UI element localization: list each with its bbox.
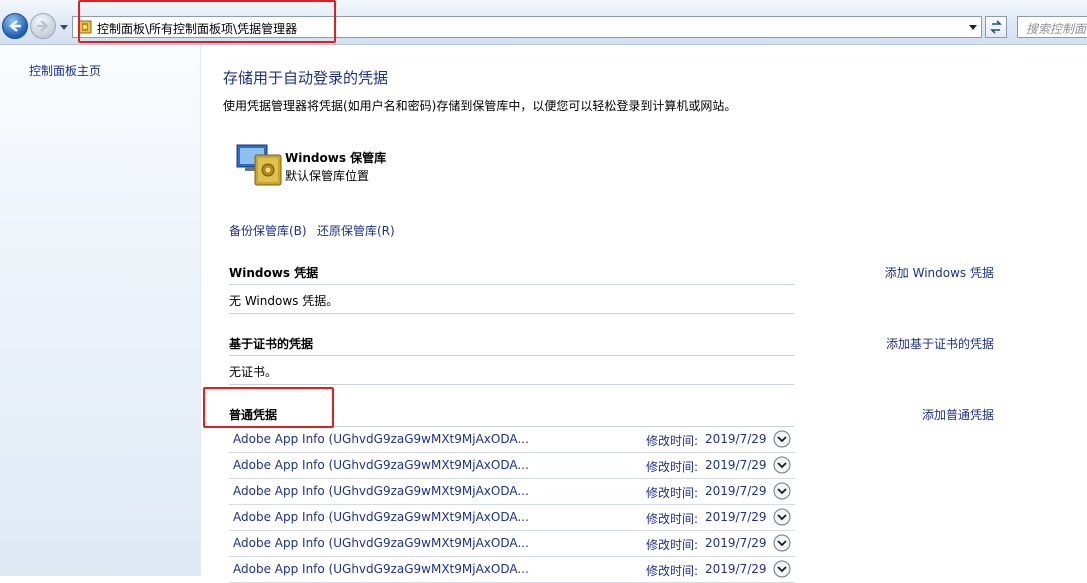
section-divider	[229, 384, 794, 385]
credential-name[interactable]: Adobe App Info (UGhvdG9zaG9wMXt9MjAxODA.…	[233, 432, 529, 446]
back-button[interactable]	[2, 13, 28, 39]
modified-date: 2019/7/29	[705, 432, 767, 446]
page-description: 使用凭据管理器将凭据(如用户名和密码)存储到保管库中，以便您可以轻松登录到计算机…	[223, 99, 737, 113]
history-dropdown-icon[interactable]	[59, 22, 69, 32]
refresh-icon	[990, 20, 1002, 34]
credential-name[interactable]: Adobe App Info (UGhvdG9zaG9wMXt9MjAxODA.…	[233, 536, 529, 550]
vault-location: 默认保管库位置	[285, 169, 370, 183]
modified-label: 修改时间:	[646, 434, 699, 448]
modified-date: 2019/7/29	[705, 536, 767, 550]
vault-name: Windows 保管库	[285, 151, 387, 165]
credential-row[interactable]: Adobe App Info (UGhvdG9zaG9wMXt9MjAxODA.…	[229, 479, 795, 505]
expand-chevron-icon[interactable]	[773, 482, 791, 500]
arrow-right-icon	[37, 20, 49, 32]
expand-chevron-icon[interactable]	[773, 508, 791, 526]
certificate-credentials-heading: 基于证书的凭据	[229, 337, 314, 351]
expand-chevron-icon[interactable]	[773, 456, 791, 474]
highlight-box-address	[78, 0, 336, 43]
credential-name[interactable]: Adobe App Info (UGhvdG9zaG9wMXt9MjAxODA.…	[233, 510, 529, 524]
windows-credentials-empty: 无 Windows 凭据。	[229, 294, 339, 308]
arrow-left-icon	[9, 20, 21, 32]
add-generic-credential-link[interactable]: 添加普通凭据	[922, 406, 994, 423]
modified-label: 修改时间:	[646, 538, 699, 552]
backup-vault-link[interactable]: 备份保管库(B)	[229, 222, 307, 239]
vault-icon	[236, 144, 282, 186]
modified-label: 修改时间:	[646, 486, 699, 500]
modified-label: 修改时间:	[646, 512, 699, 526]
section-divider	[229, 313, 794, 314]
modified-date: 2019/7/29	[705, 562, 767, 576]
modified-date: 2019/7/29	[705, 484, 767, 498]
expand-chevron-icon[interactable]	[773, 560, 791, 578]
expand-chevron-icon[interactable]	[773, 430, 791, 448]
credential-row[interactable]: Adobe App Info (UGhvdG9zaG9wMXt9MjAxODA.…	[229, 531, 795, 557]
credential-row[interactable]: Adobe App Info (UGhvdG9zaG9wMXt9MjAxODA.…	[229, 557, 795, 583]
modified-date: 2019/7/29	[705, 458, 767, 472]
modified-label: 修改时间:	[646, 460, 699, 474]
credential-row[interactable]: Adobe App Info (UGhvdG9zaG9wMXt9MjAxODA.…	[229, 453, 795, 479]
generic-credentials-list: Adobe App Info (UGhvdG9zaG9wMXt9MjAxODA.…	[229, 427, 795, 583]
certificate-credentials-empty: 无证书。	[229, 365, 278, 379]
add-windows-credential-link[interactable]: 添加 Windows 凭据	[885, 264, 994, 281]
address-dropdown-icon[interactable]	[969, 25, 977, 30]
page-title: 存储用于自动登录的凭据	[223, 69, 389, 87]
credential-name[interactable]: Adobe App Info (UGhvdG9zaG9wMXt9MjAxODA.…	[233, 484, 529, 498]
highlight-box-generic-credentials	[203, 387, 334, 428]
section-divider	[229, 284, 794, 285]
control-panel-home-link[interactable]: 控制面板主页	[29, 62, 101, 79]
credential-name[interactable]: Adobe App Info (UGhvdG9zaG9wMXt9MjAxODA.…	[233, 562, 529, 576]
refresh-button[interactable]	[985, 16, 1007, 38]
credential-name[interactable]: Adobe App Info (UGhvdG9zaG9wMXt9MjAxODA.…	[233, 458, 529, 472]
forward-button[interactable]	[30, 13, 56, 39]
credential-row[interactable]: Adobe App Info (UGhvdG9zaG9wMXt9MjAxODA.…	[229, 427, 795, 453]
search-placeholder: 搜索控制面板	[1026, 22, 1087, 36]
section-divider	[229, 355, 794, 356]
modified-date: 2019/7/29	[705, 510, 767, 524]
task-pane: 控制面板主页	[0, 45, 201, 576]
windows-credentials-heading: Windows 凭据	[229, 266, 319, 280]
modified-label: 修改时间:	[646, 564, 699, 578]
content-pane: 存储用于自动登录的凭据 使用凭据管理器将凭据(如用户名和密码)存储到保管库中，以…	[201, 45, 1087, 583]
add-certificate-credential-link[interactable]: 添加基于证书的凭据	[886, 335, 994, 352]
search-input[interactable]: 搜索控制面板	[1017, 16, 1087, 38]
credential-row[interactable]: Adobe App Info (UGhvdG9zaG9wMXt9MjAxODA.…	[229, 505, 795, 531]
expand-chevron-icon[interactable]	[773, 534, 791, 552]
restore-vault-link[interactable]: 还原保管库(R)	[317, 222, 395, 239]
